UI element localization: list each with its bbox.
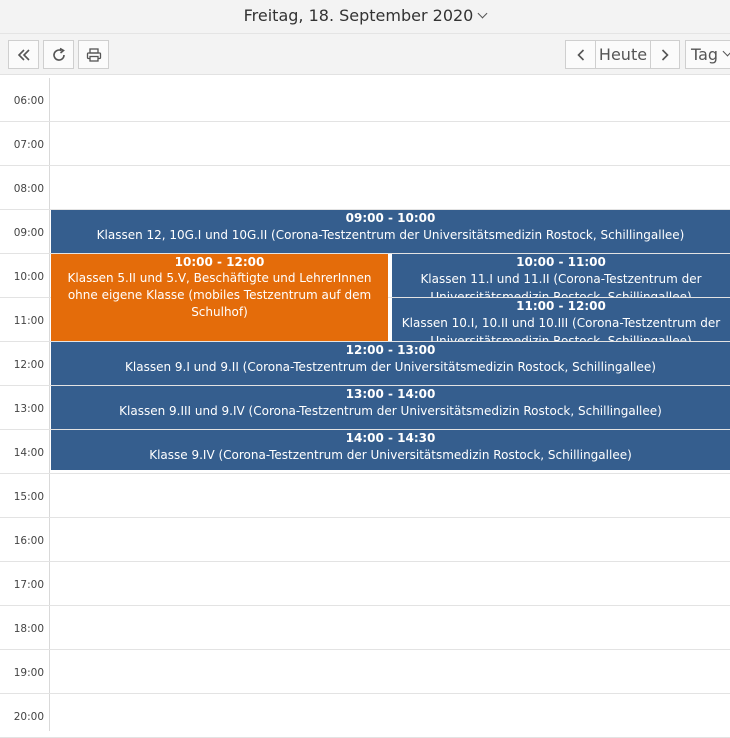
time-label: 15:00 [13,491,44,503]
calendar-event[interactable]: 11:00 - 12:00 Klassen 10.I, 10.II und 10… [392,298,730,341]
time-label: 20:00 [13,711,44,723]
today-label: Heute [598,45,648,64]
date-title-dropdown[interactable]: Freitag, 18. September 2020 [0,6,730,25]
event-time: 14:00 - 14:30 [345,431,436,445]
time-label: 17:00 [13,579,44,591]
event-time: 12:00 - 13:00 [345,343,436,357]
print-button[interactable] [78,40,109,69]
toolbar: Heute Tag [0,34,730,75]
event-title: Klassen 11.I und 11.II (Corona-Testzentr… [420,272,702,297]
double-chevron-left-icon [17,48,30,61]
view-select[interactable]: Tag [685,40,730,69]
time-label: 19:00 [13,667,44,679]
prev-day-button[interactable] [565,40,596,69]
event-title: Klasse 9.IV (Corona-Testzentrum der Univ… [149,448,632,462]
event-title: Klassen 12, 10G.I und 10G.II (Corona-Tes… [96,228,685,242]
calendar-event[interactable]: 09:00 - 10:00 Klassen 12, 10G.I und 10G.… [51,210,730,253]
event-time: 09:00 - 10:00 [345,211,436,225]
time-slot[interactable] [0,694,730,738]
time-label: 16:00 [13,535,44,547]
chevron-right-icon [661,48,669,61]
calendar-event[interactable]: 10:00 - 12:00 Klassen 5.II und 5.V, Besc… [51,254,388,341]
time-slot[interactable] [0,166,730,210]
refresh-button[interactable] [43,40,74,69]
event-title: Klassen 5.II und 5.V, Beschäftigte und L… [67,271,372,319]
event-title: Klassen 9.I und 9.II (Corona-Testzentrum… [125,360,656,374]
time-label: 09:00 [13,227,44,239]
time-label: 18:00 [13,623,44,635]
time-slot[interactable] [0,562,730,606]
page-title: Freitag, 18. September 2020 [243,6,474,25]
today-button[interactable]: Heute [595,40,651,69]
printer-icon [86,47,101,62]
date-header: Freitag, 18. September 2020 [0,0,730,34]
time-slot[interactable] [0,122,730,166]
view-select-label: Tag [691,45,719,64]
time-slot[interactable] [0,78,730,122]
event-time: 11:00 - 12:00 [516,299,606,313]
calendar-event[interactable]: 14:00 - 14:30 Klasse 9.IV (Corona-Testze… [51,430,730,470]
time-slot[interactable] [0,518,730,562]
calendar-event[interactable]: 13:00 - 14:00 Klassen 9.III und 9.IV (Co… [51,386,730,429]
calendar-event[interactable]: 12:00 - 13:00 Klassen 9.I und 9.II (Coro… [51,342,730,385]
time-label: 13:00 [13,403,44,415]
time-label: 10:00 [13,271,44,283]
time-label: 14:00 [13,447,44,459]
collapse-button[interactable] [8,40,39,69]
event-time: 10:00 - 11:00 [516,255,606,269]
chevron-down-icon [477,8,488,19]
chevron-left-icon [576,48,584,61]
time-slot[interactable] [0,474,730,518]
time-label: 06:00 [13,95,44,107]
next-day-button[interactable] [650,40,680,69]
calendar-event[interactable]: 10:00 - 11:00 Klassen 11.I und 11.II (Co… [392,254,730,297]
time-label: 07:00 [13,139,44,151]
time-label: 12:00 [13,359,44,371]
event-title: Klassen 9.III und 9.IV (Corona-Testzentr… [119,404,662,418]
time-slot[interactable] [0,606,730,650]
event-time: 13:00 - 14:00 [345,387,436,401]
time-slot[interactable] [0,650,730,694]
chevron-down-icon [722,46,730,57]
time-label: 11:00 [13,315,44,327]
event-time: 10:00 - 12:00 [174,255,265,269]
time-label: 08:00 [13,183,44,195]
event-title: Klassen 10.I, 10.II und 10.III (Corona-T… [401,316,721,341]
day-grid: 06:00 07:00 08:00 09:00 10:00 11:00 12:0… [0,78,730,738]
refresh-icon [52,47,65,61]
